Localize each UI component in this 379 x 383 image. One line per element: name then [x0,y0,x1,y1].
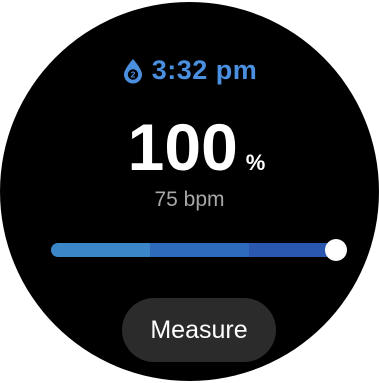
watch-face: 2 3:32 pm 100 % 75 bpm Measure [0,2,379,381]
spo2-unit: % [245,150,266,175]
level-bar-segment-low [51,243,150,257]
heart-rate-label: 75 bpm [154,188,225,211]
level-bar [51,243,339,257]
time-label: 3:32 pm [151,55,258,85]
level-bar-segment-mid [150,243,249,257]
level-indicator-thumb [325,239,347,261]
blood-oxygen-drop-icon: 2 [122,58,144,84]
spo2-reading: 100 % [0,114,379,180]
spo2-value: 100 [127,110,238,184]
time-header: 2 3:32 pm [0,55,379,86]
drop-icon-badge: 2 [130,69,135,79]
measure-button[interactable]: Measure [122,298,276,362]
